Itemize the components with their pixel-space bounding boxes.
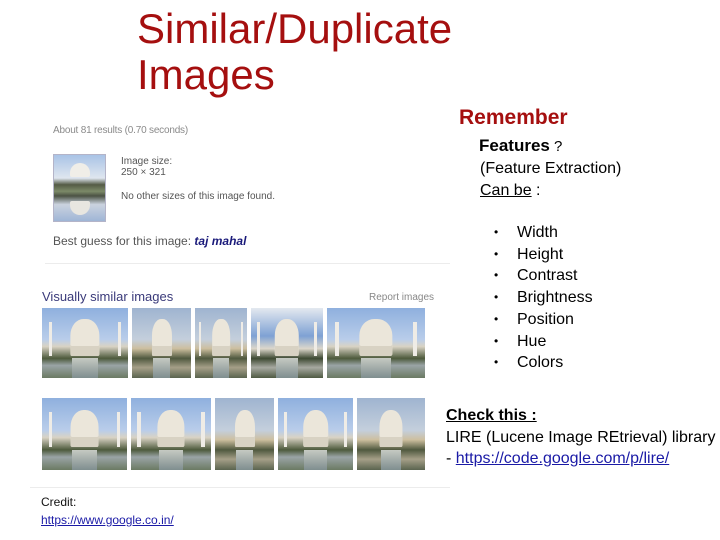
no-other-sizes-text: No other sizes of this image found. [121,191,275,202]
best-guess-link[interactable]: taj mahal [194,234,246,248]
best-guess-prefix: Best guess for this image: [53,234,195,248]
feature-item: • Colors [494,352,593,374]
bullet-icon: • [494,225,499,239]
credit-label: Credit: [41,495,77,509]
check-this-block: Check this : LIRE (Lucene Image REtrieva… [446,405,716,470]
credit-link[interactable]: https://www.google.co.in/ [41,513,174,527]
can-be-label: Can be [480,181,532,199]
similar-image-thumbnail[interactable] [357,398,425,470]
similar-image-thumbnail[interactable] [327,308,425,378]
feature-item: • Width [494,222,593,244]
feature-item-label: Brightness [517,289,593,307]
slide-title: Similar/Duplicate Images [137,5,453,98]
similar-images-row-2 [42,398,425,470]
feature-item-label: Height [517,245,564,263]
feature-extraction-text: (Feature Extraction) Can be : [480,158,630,201]
lire-link[interactable]: https://code.google.com/p/lire/ [456,450,669,467]
query-image-thumbnail[interactable] [53,154,106,222]
results-count: About 81 results (0.70 seconds) [53,125,188,136]
extraction-label: (Feature Extraction) [480,160,622,177]
feature-item: • Contrast [494,265,593,287]
feature-item-label: Contrast [517,267,578,285]
divider [45,263,450,264]
image-size-value: 250 × 321 [121,167,166,178]
feature-item-label: Position [517,310,574,328]
bullet-icon: • [494,311,499,326]
best-guess: Best guess for this image: taj mahal [53,234,246,248]
feature-item: • Hue [494,331,593,353]
similar-image-thumbnail[interactable] [42,398,127,470]
similar-image-thumbnail[interactable] [131,398,211,470]
features-line: Features ? [479,136,562,156]
bullet-icon: • [494,246,499,261]
similar-image-thumbnail[interactable] [195,308,247,378]
similar-image-thumbnail[interactable] [278,398,353,470]
similar-images-row-1 [42,308,425,378]
bullet-icon: • [494,333,499,348]
features-label: Features [479,136,550,155]
feature-item: • Position [494,309,593,331]
check-this-heading: Check this : [446,407,537,424]
similar-image-thumbnail[interactable] [215,398,274,470]
feature-item-label: Hue [517,332,547,350]
feature-item-label: Width [517,224,558,241]
search-results-panel: About 81 results (0.70 seconds) Image si… [30,120,450,530]
bullet-icon: • [494,290,499,305]
feature-list: • Width • Height • Contrast • Brightness • Po… [494,222,593,374]
report-images-link[interactable]: Report images [369,292,434,303]
visually-similar-heading[interactable]: Visually similar images [42,289,173,304]
remember-heading: Remember [459,106,568,129]
similar-image-thumbnail[interactable] [251,308,323,378]
bullet-icon: • [494,355,499,370]
similar-image-thumbnail[interactable] [132,308,191,378]
feature-item: • Brightness [494,287,593,309]
similar-image-thumbnail[interactable] [42,308,128,378]
bullet-icon: • [494,268,499,283]
feature-item-label: Colors [517,354,564,372]
features-question: ? [549,138,563,155]
colon: : [531,181,541,199]
divider [30,487,450,488]
feature-item: • Height [494,244,593,266]
